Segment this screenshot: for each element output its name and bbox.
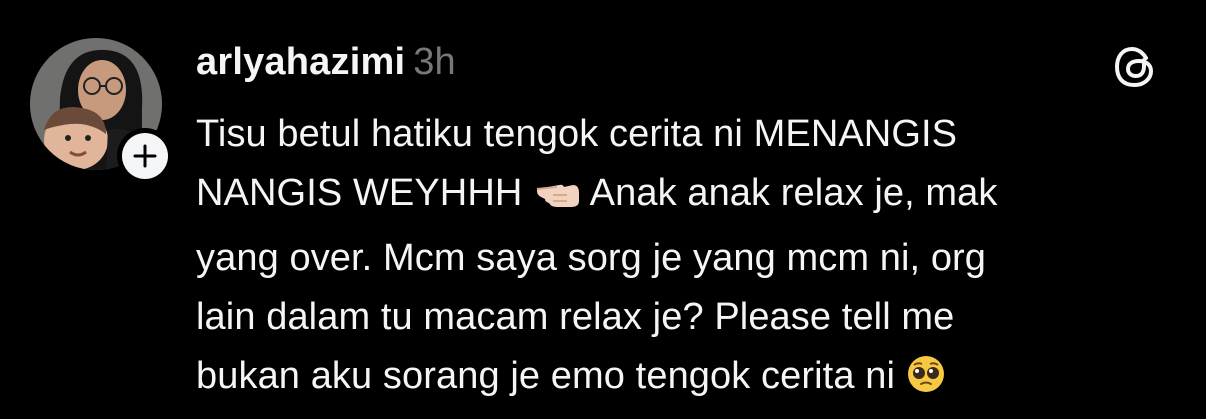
pointing-left-hand-emoji bbox=[533, 170, 581, 229]
follow-button[interactable] bbox=[117, 128, 173, 184]
post-text-segment: bukan aku sorang je emo tengok cerita ni bbox=[196, 355, 895, 397]
username[interactable]: arlyahazimi bbox=[196, 41, 405, 83]
post-text-line: yang over. Mcm saya sorg je yang mcm ni,… bbox=[196, 237, 987, 279]
post-header: arlyahazimi 3h bbox=[196, 40, 456, 84]
timestamp: 3h bbox=[413, 41, 456, 83]
post-text-line: bukan aku sorang je emo tengok cerita ni bbox=[196, 347, 1186, 412]
avatar-container[interactable] bbox=[30, 38, 173, 184]
post-text-line: Tisu betul hatiku tengok cerita ni MENAN… bbox=[196, 113, 958, 155]
post-text-line: lain dalam tu macam relax je? Please tel… bbox=[196, 296, 955, 338]
pleading-face-emoji bbox=[906, 353, 946, 412]
thread-post: arlyahazimi 3h Tisu betul hatiku tengok c… bbox=[0, 0, 1206, 419]
plus-icon bbox=[122, 133, 168, 179]
post-body: Tisu betul hatiku tengok cerita ni MENAN… bbox=[196, 105, 1186, 412]
threads-logo-icon[interactable] bbox=[1112, 44, 1158, 90]
post-text-line: NANGIS WEYHHH Anak anak relax je, mak bbox=[196, 164, 1186, 229]
post-text-segment: NANGIS WEYHHH bbox=[196, 172, 523, 214]
post-text-segment: Anak anak relax je, mak bbox=[589, 172, 998, 214]
